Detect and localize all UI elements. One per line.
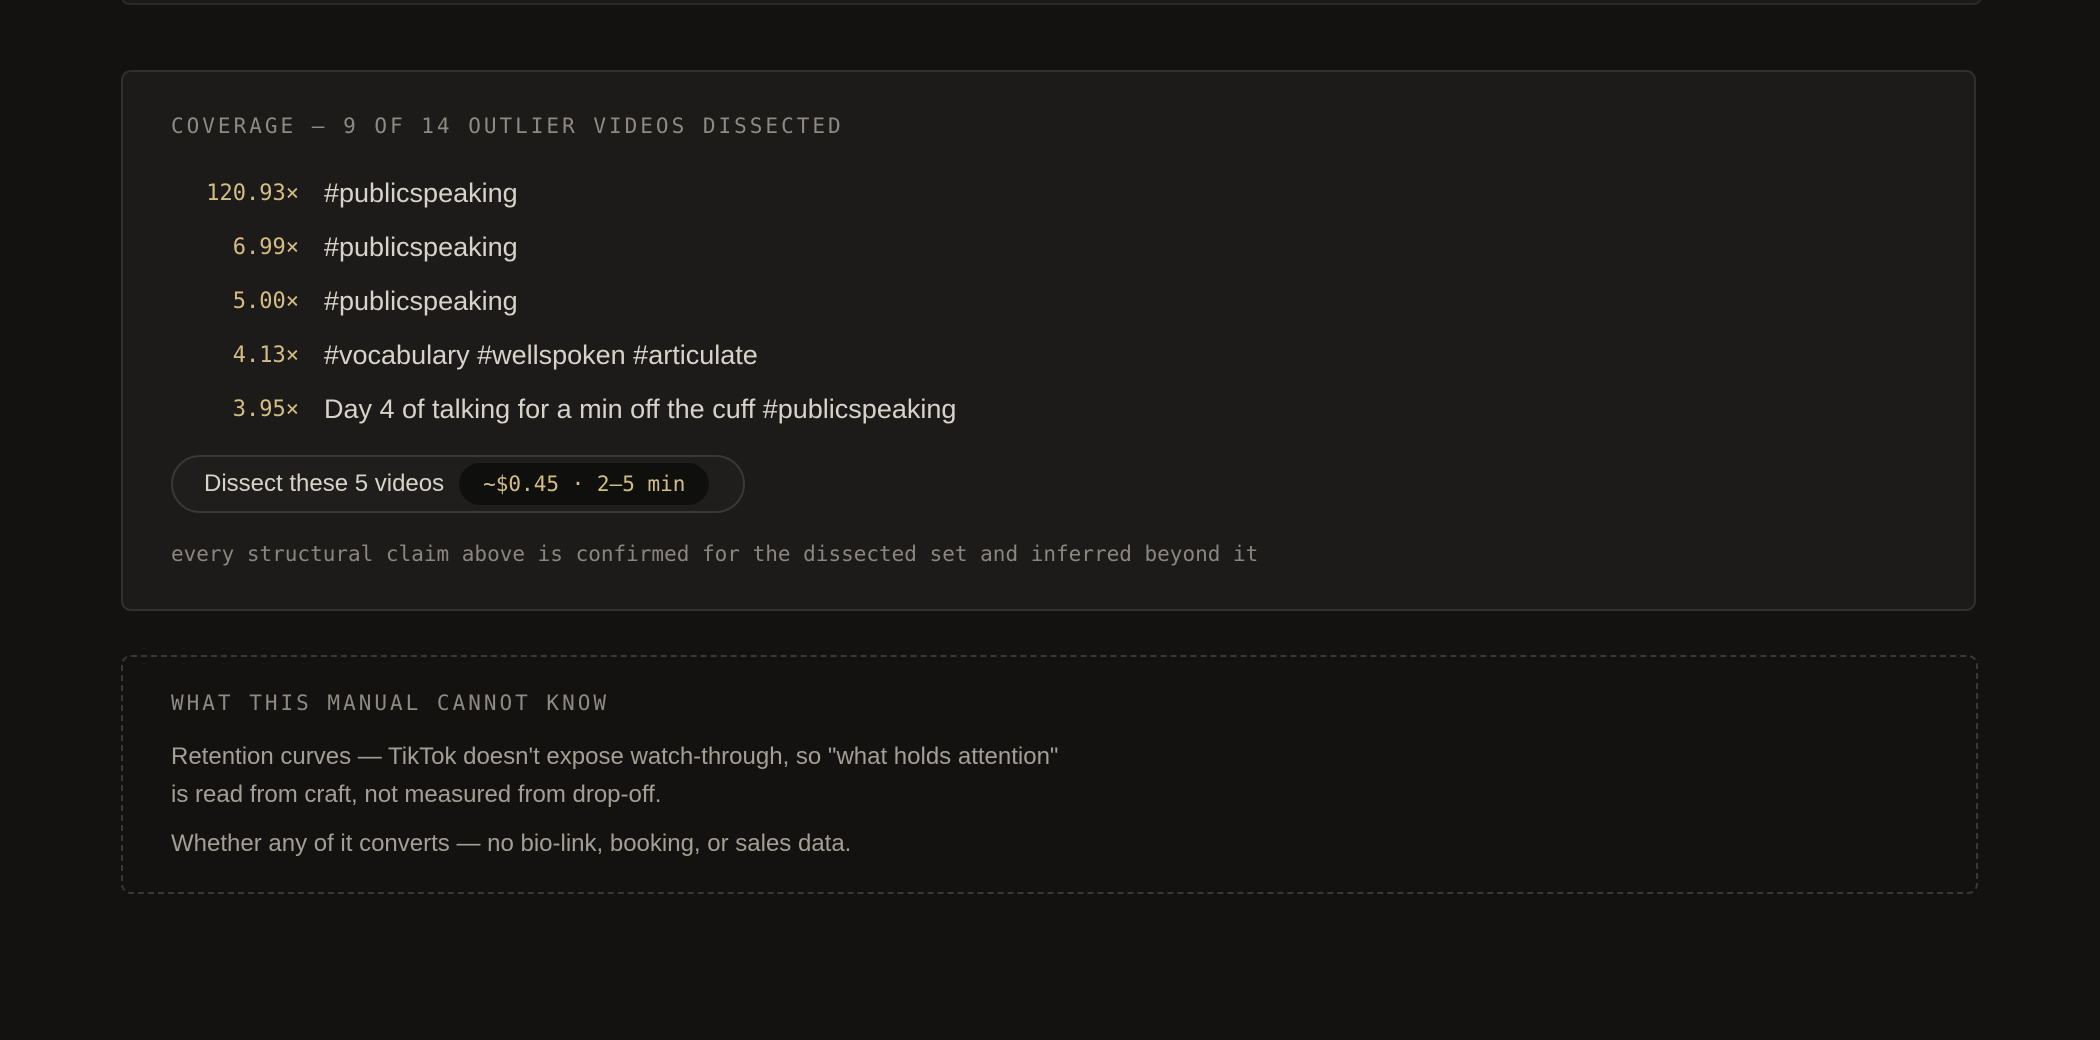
list-item: 6.99× #publicspeaking bbox=[171, 220, 956, 274]
list-item: 5.00× #publicspeaking bbox=[171, 274, 956, 328]
video-title: #publicspeaking bbox=[324, 177, 518, 208]
dissect-button-label: Dissect these 5 videos bbox=[204, 470, 445, 497]
dissect-videos-button[interactable]: Dissect these 5 videos ~$0.45 · 2–5 min bbox=[171, 455, 745, 513]
outlier-video-list: 120.93× #publicspeaking 6.99× #publicspe… bbox=[171, 166, 956, 436]
video-title: Day 4 of talking for a min off the cuff … bbox=[324, 393, 957, 424]
limitations-card: WHAT THIS MANUAL CANNOT KNOW Retention c… bbox=[121, 655, 1978, 894]
coverage-heading: COVERAGE — 9 OF 14 OUTLIER VIDEOS DISSEC… bbox=[171, 114, 844, 138]
video-title: #publicspeaking bbox=[324, 231, 518, 262]
list-item: 4.13× #vocabulary #wellspoken #articulat… bbox=[171, 328, 956, 382]
coverage-footnote: every structural claim above is confirme… bbox=[171, 542, 1259, 566]
limitation-item: Whether any of it converts — no bio-link… bbox=[171, 830, 852, 857]
video-multiplier: 4.13× bbox=[232, 342, 299, 368]
video-multiplier: 5.00× bbox=[232, 288, 299, 314]
video-multiplier: 3.95× bbox=[232, 396, 299, 422]
cost-estimate-badge: ~$0.45 · 2–5 min bbox=[459, 463, 710, 505]
list-item: 120.93× #publicspeaking bbox=[171, 166, 956, 220]
coverage-card: COVERAGE — 9 OF 14 OUTLIER VIDEOS DISSEC… bbox=[121, 70, 1976, 611]
limitation-item: Retention curves — TikTok doesn't expose… bbox=[171, 743, 1059, 808]
video-title: #publicspeaking bbox=[324, 285, 518, 316]
video-multiplier: 120.93× bbox=[206, 180, 299, 206]
limitations-heading: WHAT THIS MANUAL CANNOT KNOW bbox=[171, 691, 610, 715]
video-multiplier: 6.99× bbox=[232, 234, 299, 260]
video-title: #vocabulary #wellspoken #articulate bbox=[324, 339, 758, 370]
previous-card-edge bbox=[121, 0, 1982, 5]
list-item: 3.95× Day 4 of talking for a min off the… bbox=[171, 382, 957, 436]
